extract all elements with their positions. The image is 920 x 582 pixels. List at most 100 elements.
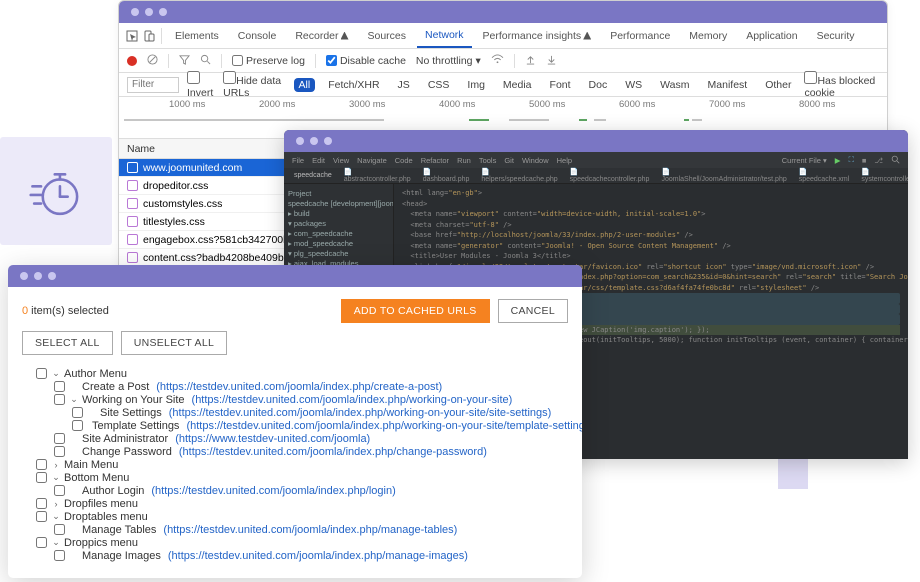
devtools-tab-performance[interactable]: Performance: [602, 23, 678, 48]
tree-node-label[interactable]: Dropfiles menu: [64, 498, 138, 510]
ide-menu-help[interactable]: Help: [557, 156, 572, 165]
filter-chip-img[interactable]: Img: [462, 78, 490, 92]
ide-tab[interactable]: 📄 helpers/speedcache.php: [477, 167, 561, 184]
project-tree-item[interactable]: ▸ com_speedcache: [288, 228, 389, 238]
select-all-button[interactable]: SELECT ALL: [22, 331, 113, 355]
devtools-tab-memory[interactable]: Memory: [681, 23, 735, 48]
ide-menu-tools[interactable]: Tools: [479, 156, 497, 165]
tree-node-checkbox[interactable]: [36, 472, 47, 483]
tree-node-checkbox[interactable]: [54, 446, 65, 457]
devtools-tab-elements[interactable]: Elements: [167, 23, 227, 48]
tree-node-checkbox[interactable]: [36, 459, 47, 470]
devtools-tab-application[interactable]: Application: [738, 23, 805, 48]
preserve-log-checkbox[interactable]: Preserve log: [232, 55, 305, 67]
tree-node-label[interactable]: Author Login: [82, 485, 144, 497]
tree-node-label[interactable]: Droptables menu: [64, 511, 148, 523]
tree-node-label[interactable]: Create a Post: [82, 381, 149, 393]
chevron-down-icon[interactable]: ⌄: [52, 511, 60, 522]
filter-chip-ws[interactable]: WS: [620, 78, 647, 92]
clear-icon[interactable]: [147, 54, 158, 68]
git-icon[interactable]: ⎇: [874, 156, 883, 165]
filter-icon[interactable]: [179, 54, 190, 68]
tree-node-checkbox[interactable]: [54, 550, 65, 561]
tree-node-checkbox[interactable]: [36, 498, 47, 509]
disable-cache-checkbox[interactable]: Disable cache: [326, 55, 406, 67]
project-tree-item[interactable]: ▾ packages: [288, 218, 389, 228]
ide-menu-edit[interactable]: Edit: [312, 156, 325, 165]
filter-chip-doc[interactable]: Doc: [584, 78, 613, 92]
record-icon[interactable]: [127, 56, 137, 66]
run-config[interactable]: Current File ▾: [782, 156, 827, 165]
stop-icon[interactable]: ■: [862, 156, 867, 165]
tree-node-checkbox[interactable]: [36, 511, 47, 522]
tree-node-checkbox[interactable]: [36, 368, 47, 379]
ide-tab[interactable]: 📄 systemcontroller.php: [857, 167, 908, 184]
filter-chip-media[interactable]: Media: [498, 78, 537, 92]
filter-chip-other[interactable]: Other: [760, 78, 796, 92]
wifi-icon[interactable]: [491, 54, 504, 68]
ide-menu-code[interactable]: Code: [395, 156, 413, 165]
devtools-tab-performance-insights[interactable]: Performance insights: [475, 23, 600, 48]
ide-menu-navigate[interactable]: Navigate: [357, 156, 387, 165]
device-icon[interactable]: [142, 29, 156, 43]
hide-data-urls-checkbox[interactable]: Hide data URLs: [223, 71, 285, 99]
tree-node-label[interactable]: Site Administrator: [82, 433, 168, 445]
devtools-tab-recorder[interactable]: Recorder: [287, 23, 356, 48]
chevron-down-icon[interactable]: ⌄: [52, 368, 60, 379]
ide-tab[interactable]: 📄 speedcache.xml: [795, 167, 854, 184]
filter-chip-manifest[interactable]: Manifest: [703, 78, 753, 92]
project-tree-item[interactable]: ▸ build: [288, 208, 389, 218]
project-tree-item[interactable]: speedcache [development][joomla33]: [288, 198, 389, 208]
tree-node-checkbox[interactable]: [54, 433, 65, 444]
tree-node-label[interactable]: Template Settings: [92, 420, 179, 432]
project-tree-item[interactable]: ▸ mod_speedcache: [288, 238, 389, 248]
run-icon[interactable]: ▶: [835, 156, 841, 165]
filter-input[interactable]: [127, 77, 179, 93]
tree-node-checkbox[interactable]: [54, 524, 65, 535]
add-to-cached-urls-button[interactable]: ADD TO CACHED URLS: [341, 299, 490, 323]
tree-node-label[interactable]: Site Settings: [100, 407, 162, 419]
chevron-down-icon[interactable]: ⌄: [52, 537, 60, 548]
window-dot[interactable]: [296, 137, 304, 145]
download-icon[interactable]: [546, 54, 557, 68]
throttling-select[interactable]: No throttling ▾: [416, 55, 481, 67]
ide-tab[interactable]: 📄 speedcachecontroller.php: [566, 167, 654, 184]
search-icon[interactable]: [200, 54, 211, 68]
chevron-down-icon[interactable]: ⌄: [70, 394, 78, 405]
tree-node-checkbox[interactable]: [54, 381, 65, 392]
tree-node-checkbox[interactable]: [54, 485, 65, 496]
window-dot[interactable]: [20, 272, 28, 280]
tree-node-checkbox[interactable]: [36, 537, 47, 548]
window-dot[interactable]: [310, 137, 318, 145]
filter-chip-all[interactable]: All: [294, 78, 316, 92]
window-dot[interactable]: [48, 272, 56, 280]
ide-menu-git[interactable]: Git: [504, 156, 514, 165]
window-dot[interactable]: [131, 8, 139, 16]
project-tree-item[interactable]: Project: [288, 188, 389, 198]
inspect-icon[interactable]: [125, 29, 139, 43]
tree-node-label[interactable]: Main Menu: [64, 459, 118, 471]
filter-chip-fetchxhr[interactable]: Fetch/XHR: [323, 78, 384, 92]
ide-menu-file[interactable]: File: [292, 156, 304, 165]
chevron-right-icon[interactable]: ›: [52, 499, 60, 509]
tree-node-label[interactable]: Bottom Menu: [64, 472, 129, 484]
ide-tab[interactable]: 📄 JoomlaShell/JoomAdministrator/test.php: [657, 167, 790, 184]
devtools-tab-sources[interactable]: Sources: [360, 23, 415, 48]
debug-icon[interactable]: ⛶: [849, 155, 854, 165]
ide-menu-refactor[interactable]: Refactor: [421, 156, 449, 165]
tree-node-label[interactable]: Change Password: [82, 446, 172, 458]
ide-tab[interactable]: 📄 abstractcontroller.php: [340, 167, 415, 184]
window-dot[interactable]: [145, 8, 153, 16]
unselect-all-button[interactable]: UNSELECT ALL: [121, 331, 227, 355]
window-dot[interactable]: [34, 272, 42, 280]
filter-chip-wasm[interactable]: Wasm: [655, 78, 694, 92]
search-icon[interactable]: [891, 155, 900, 166]
tree-node-label[interactable]: Working on Your Site: [82, 394, 185, 406]
tree-node-checkbox[interactable]: [72, 407, 83, 418]
tree-node-label[interactable]: Droppics menu: [64, 537, 138, 549]
filter-chip-font[interactable]: Font: [545, 78, 576, 92]
cancel-button[interactable]: CANCEL: [498, 299, 568, 323]
tree-node-checkbox[interactable]: [72, 420, 83, 431]
ide-menu-view[interactable]: View: [333, 156, 349, 165]
tree-node-label[interactable]: Manage Images: [82, 550, 161, 562]
